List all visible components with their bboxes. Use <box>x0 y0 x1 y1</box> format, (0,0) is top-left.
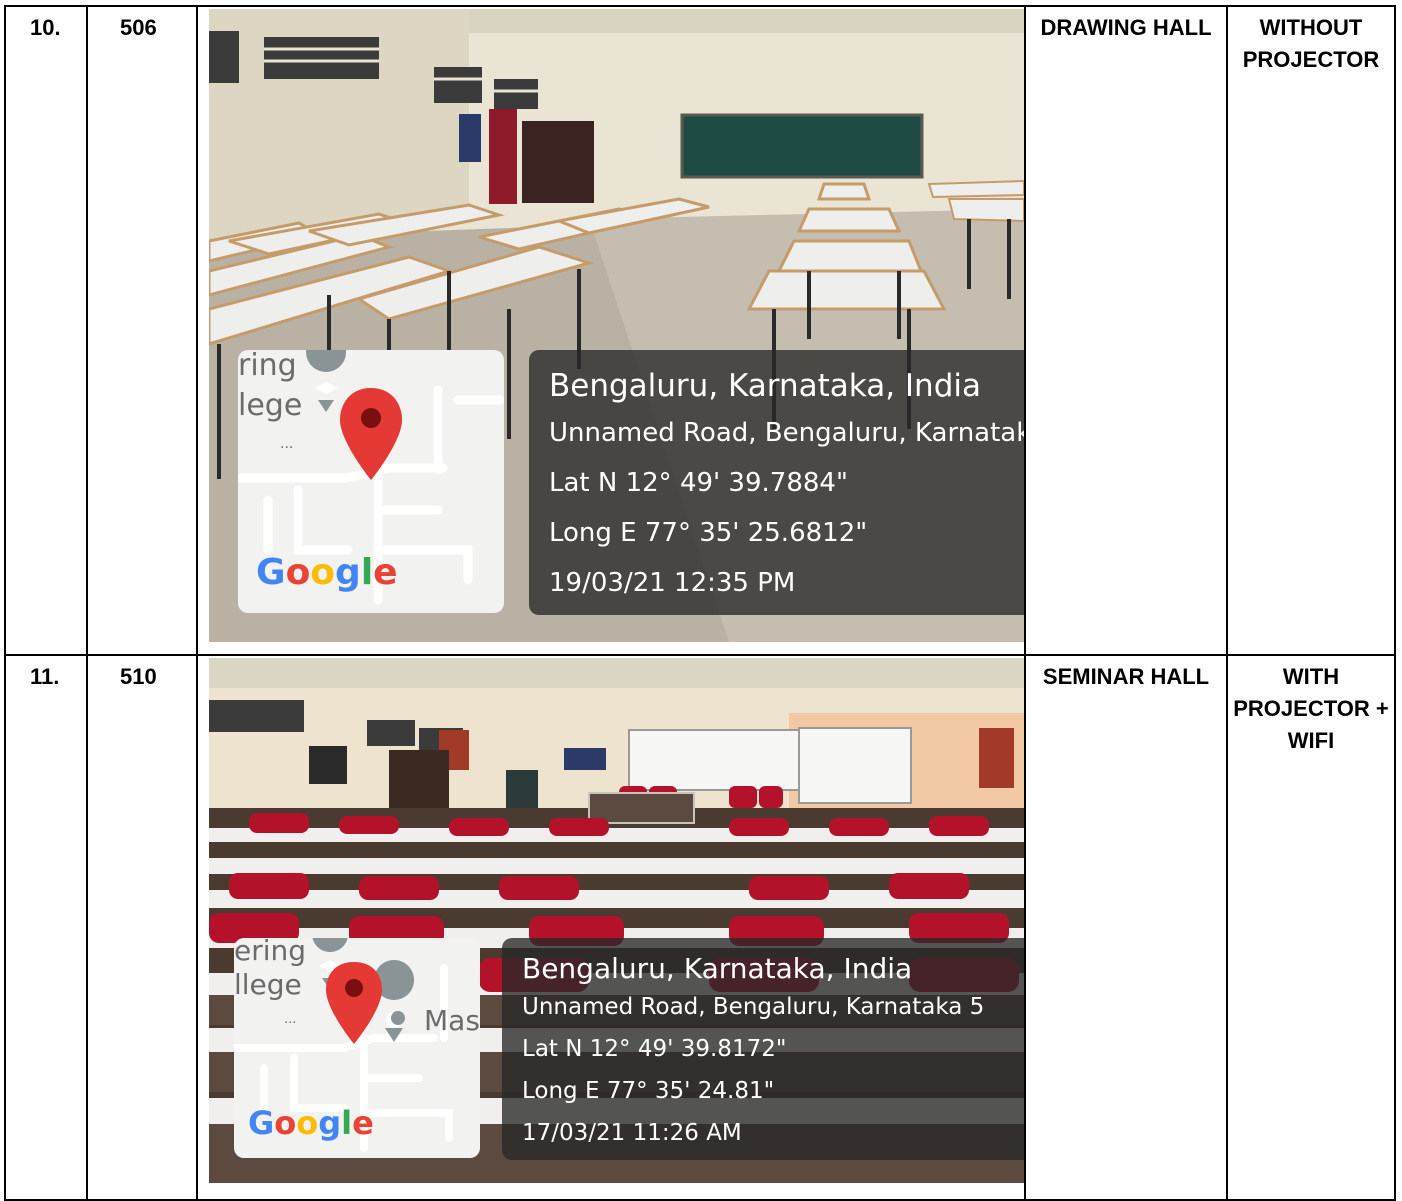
room-photo: ring lege ... Google Bengaluru, Karnatak… <box>209 9 1024 642</box>
latitude: Lat N 12° 49' 39.8172" <box>522 1036 787 1062</box>
google-letter: G <box>248 1104 275 1142</box>
photo-cell: ring lege ... Google Bengaluru, Karnatak… <box>196 5 1026 656</box>
longitude: Long E 77° 35' 24.81" <box>522 1078 775 1104</box>
room-number-cell: 510 <box>86 654 198 1201</box>
google-letter: e <box>373 552 398 593</box>
map-thumbnail: ering llege ... Mas Google <box>234 938 480 1158</box>
google-letter: o <box>296 1104 319 1142</box>
table-row: 11. 510 ering llege ... Mas Google Benga… <box>4 654 1396 1201</box>
room-number: 510 <box>120 664 157 689</box>
projector-cell: WITHOUT PROJECTOR <box>1226 5 1396 656</box>
rooms-table: 10. 506 ring lege ... Google Bengaluru, … <box>4 5 1396 1201</box>
google-letter: o <box>310 552 336 593</box>
google-letter: g <box>318 1104 342 1142</box>
room-type: DRAWING HALL <box>1040 15 1212 40</box>
serial-number: 10. <box>30 15 61 40</box>
geo-info-box: Bengaluru, Karnataka, India Unnamed Road… <box>529 350 1024 615</box>
timestamp: 19/03/21 12:35 PM <box>549 568 796 598</box>
location-title: Bengaluru, Karnataka, India <box>522 952 913 985</box>
google-letter: o <box>274 1104 297 1142</box>
google-letter: e <box>352 1104 374 1142</box>
address-line: Unnamed Road, Bengaluru, Karnataka 5 <box>522 994 985 1020</box>
serial-number-cell: 11. <box>4 654 88 1201</box>
timestamp: 17/03/21 11:26 AM <box>522 1120 742 1146</box>
google-letter: G <box>256 552 286 593</box>
room-photo: ering llege ... Mas Google Bengaluru, Ka… <box>209 658 1024 1183</box>
room-number: 506 <box>120 15 157 40</box>
google-letter: l <box>341 1104 353 1142</box>
serial-number-cell: 10. <box>4 5 88 656</box>
table-row: 10. 506 ring lege ... Google Bengaluru, … <box>4 5 1396 656</box>
location-title: Bengaluru, Karnataka, India <box>549 368 981 404</box>
projector-status: WITH PROJECTOR + WIFI <box>1233 664 1389 753</box>
google-letter: l <box>360 552 374 593</box>
projector-status: WITHOUT PROJECTOR <box>1242 15 1380 72</box>
google-logo: Google <box>256 552 398 593</box>
room-type: SEMINAR HALL <box>1042 664 1210 689</box>
google-letter: g <box>335 552 361 593</box>
address-line: Unnamed Road, Bengaluru, Karnataka <box>549 418 1024 448</box>
room-type-cell: DRAWING HALL <box>1024 5 1228 656</box>
google-letter: o <box>285 552 311 593</box>
photo-cell: ering llege ... Mas Google Bengaluru, Ka… <box>196 654 1026 1201</box>
longitude: Long E 77° 35' 25.6812" <box>549 518 868 548</box>
room-number-cell: 506 <box>86 5 198 656</box>
map-thumbnail: ring lege ... Google <box>238 350 504 613</box>
room-type-cell: SEMINAR HALL <box>1024 654 1228 1201</box>
latitude: Lat N 12° 49' 39.7884" <box>549 468 848 498</box>
serial-number: 11. <box>30 664 60 689</box>
google-logo: Google <box>248 1104 374 1142</box>
projector-cell: WITH PROJECTOR + WIFI <box>1226 654 1396 1201</box>
geo-info-box: Bengaluru, Karnataka, India Unnamed Road… <box>502 938 1024 1160</box>
